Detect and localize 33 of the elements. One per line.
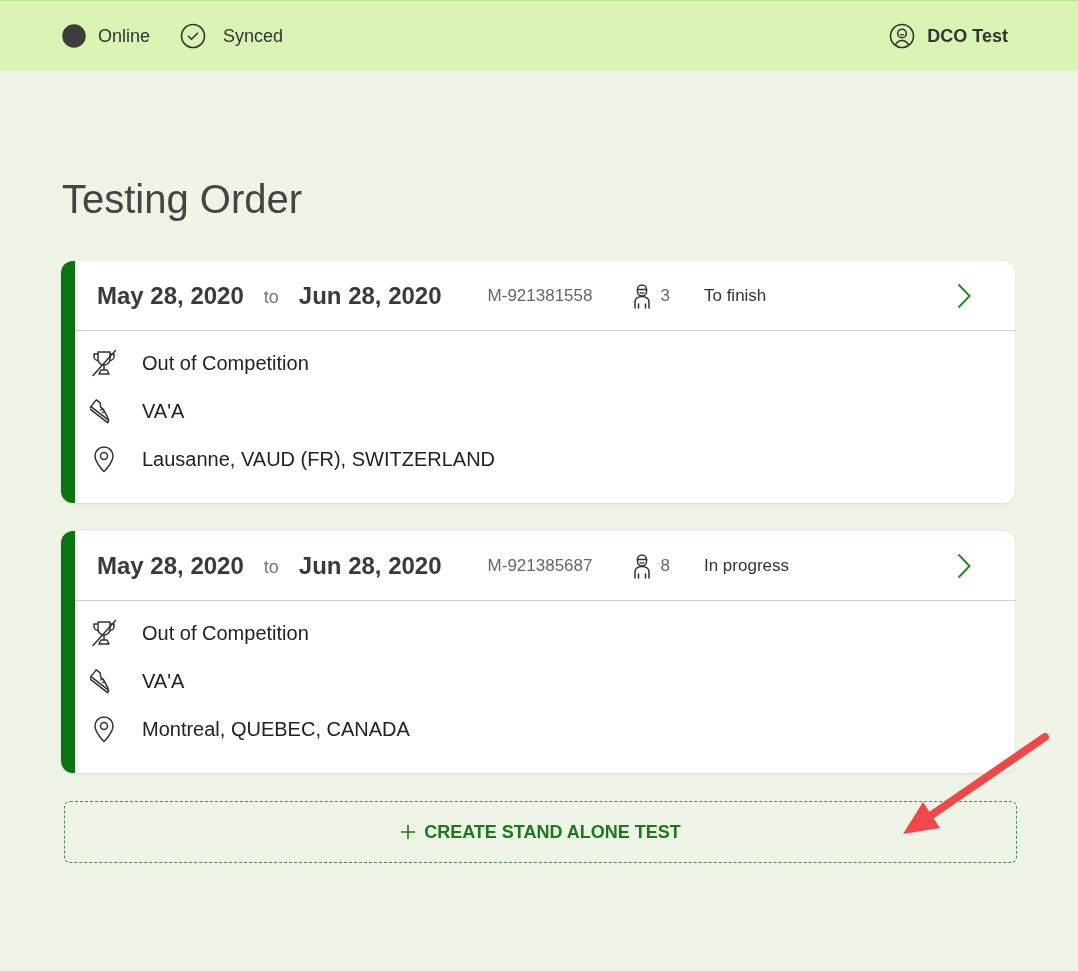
end-date: Jun 28, 2020: [298, 281, 442, 310]
page-title: Testing Order: [62, 176, 304, 223]
date-separator: to: [263, 287, 279, 308]
sync-status: Synced: [223, 25, 284, 47]
order-id: M-921381558: [487, 285, 593, 306]
order-id: M-921385687: [487, 555, 593, 576]
detail-text: Montreal, QUEBEC, CANADA: [142, 717, 410, 741]
order-status: To finish: [703, 285, 767, 306]
check-circle-icon: [180, 23, 207, 49]
order-card[interactable]: May 28, 2020 to Jun 28, 2020 M-921385687 8 In progress Out of Competition VA'A Montreal, QUEBEC, CANADA: [61, 531, 1015, 773]
user-avatar-icon[interactable]: [889, 23, 916, 49]
chevron-right-icon: [957, 552, 971, 579]
detail-text: VA'A: [142, 399, 185, 423]
date-separator: to: [263, 557, 279, 578]
order-status: In progress: [703, 555, 789, 576]
start-date: May 28, 2020: [97, 281, 244, 310]
detail-text: VA'A: [142, 669, 185, 693]
connection-status: Online: [98, 25, 151, 47]
chevron-right-icon: [957, 282, 971, 309]
athlete-count: 8: [660, 555, 670, 576]
end-date: Jun 28, 2020: [298, 551, 442, 580]
plus-icon: [400, 824, 417, 840]
user-name[interactable]: DCO Test: [927, 25, 1008, 47]
crossed-trophy-icon: [90, 349, 118, 377]
start-date: May 28, 2020: [97, 551, 244, 580]
crossed-trophy-icon: [90, 619, 118, 647]
detail-text: Out of Competition: [142, 621, 309, 645]
order-card[interactable]: May 28, 2020 to Jun 28, 2020 M-921381558 3 To finish Out of Competition VA'A Lausanne, VAUD (FR), SWITZERLAND: [61, 261, 1015, 503]
athlete-icon: [632, 282, 653, 309]
detail-text: Out of Competition: [142, 351, 309, 375]
detail-text: Lausanne, VAUD (FR), SWITZERLAND: [142, 447, 496, 471]
athlete-icon: [632, 552, 653, 579]
athlete-count: 3: [660, 285, 670, 306]
